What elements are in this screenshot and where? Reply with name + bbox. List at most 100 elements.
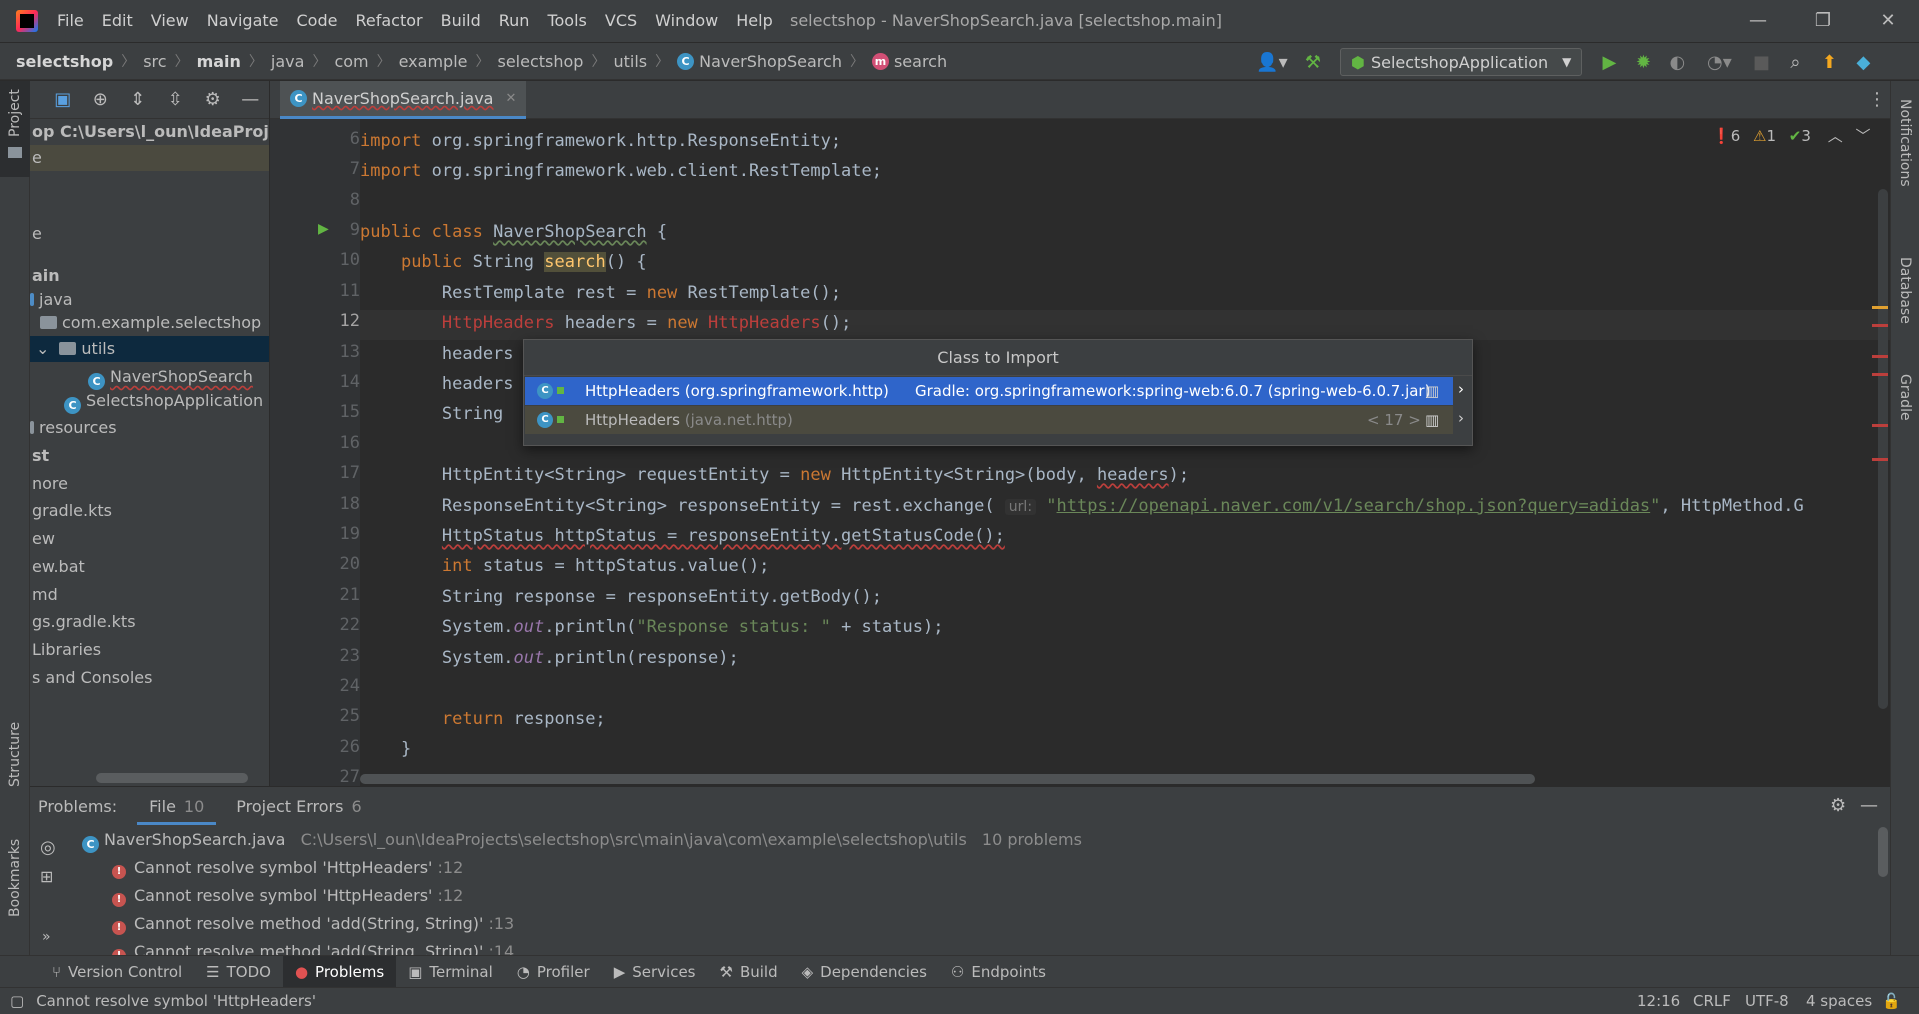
line-separator[interactable]: CRLF: [1693, 992, 1731, 1010]
tab-navershopsearch[interactable]: C NaverShopSearch.java ✕: [280, 81, 527, 119]
tree-item[interactable]: md: [30, 582, 58, 608]
menu-window[interactable]: Window: [646, 0, 727, 42]
import-option[interactable]: C HttpHeaders (org.springframework.http)…: [525, 377, 1453, 405]
tool-version-control[interactable]: ⑂ Version Control: [40, 956, 194, 988]
error-stripe-marker[interactable]: [1872, 458, 1888, 461]
tree-item-external-libraries[interactable]: Libraries: [30, 637, 101, 663]
tree-item-project-root[interactable]: op C:\Users\l_oun\IdeaProjects\selectsho…: [30, 119, 269, 145]
code-editor[interactable]: 6 7 8 9 10 11 12 13 14 15 16 17 18 19 20…: [270, 119, 1890, 786]
breadcrumb-java[interactable]: java: [271, 52, 305, 71]
restore-icon[interactable]: ❐: [1795, 0, 1851, 42]
breadcrumb-utils[interactable]: utils: [613, 52, 647, 71]
indent-setting[interactable]: 4 spaces: [1806, 992, 1872, 1010]
tree-item[interactable]: ew.bat: [30, 554, 85, 580]
next-highlight-icon[interactable]: ﹀: [1856, 127, 1871, 145]
user-dropdown-icon[interactable]: 👤▾: [1248, 43, 1296, 81]
select-in-editor-icon[interactable]: ▣: [44, 89, 82, 110]
tool-services[interactable]: ▶ Services: [602, 956, 708, 988]
update-icon[interactable]: ⬆: [1812, 43, 1846, 81]
breadcrumb-src[interactable]: src: [143, 52, 166, 71]
minimize-icon[interactable]: —: [1730, 0, 1786, 42]
tree-item-resources[interactable]: resources: [30, 415, 117, 441]
tree-item[interactable]: e: [30, 145, 269, 171]
more-icon[interactable]: »: [42, 929, 51, 945]
breadcrumb-selectshop[interactable]: selectshop: [497, 52, 583, 71]
file-encoding[interactable]: UTF-8: [1745, 992, 1789, 1010]
problem-item[interactable]: !Cannot resolve method 'add(String, Stri…: [112, 938, 514, 955]
lock-icon[interactable]: 🔓: [1882, 992, 1901, 1010]
url-link[interactable]: https://openapi.naver.com/v1/search/shop…: [1057, 496, 1651, 516]
tree-item-utils[interactable]: ⌄ utils: [30, 336, 269, 362]
collapse-all-icon[interactable]: ⇳: [157, 89, 195, 110]
error-stripe-marker[interactable]: [1872, 324, 1888, 327]
gradle-stripe-label[interactable]: Gradle: [1897, 374, 1913, 421]
vertical-scrollbar[interactable]: [1878, 827, 1888, 877]
breadcrumb-class[interactable]: NaverShopSearch: [699, 52, 842, 71]
tree-item-scratches[interactable]: s and Consoles: [30, 665, 152, 691]
tree-item[interactable]: gradle.kts: [30, 498, 112, 524]
menu-help[interactable]: Help: [727, 0, 781, 42]
problem-item[interactable]: ! Cannot resolve symbol 'HttpHeaders' :12: [112, 882, 463, 910]
tool-profiler[interactable]: ◔ Profiler: [505, 956, 602, 988]
gear-icon[interactable]: ⚙: [194, 89, 232, 110]
tree-item[interactable]: nore: [30, 471, 68, 497]
group-by-icon[interactable]: ⊞: [40, 867, 53, 886]
tab-project-errors[interactable]: Project Errors 6: [236, 797, 361, 816]
tree-item[interactable]: e: [30, 221, 42, 247]
import-option[interactable]: C HttpHeaders (java.net.http) < 17 > ▥: [525, 406, 1453, 434]
stop-icon[interactable]: ■: [1744, 43, 1778, 81]
tree-item-selectshopapplication[interactable]: C SelectshopApplication: [64, 388, 263, 414]
coverage-icon[interactable]: ◐: [1660, 43, 1694, 81]
breadcrumb-com[interactable]: com: [334, 52, 368, 71]
menu-file[interactable]: File: [48, 0, 93, 42]
close-icon[interactable]: ✕: [1860, 0, 1916, 42]
menu-view[interactable]: View: [142, 0, 198, 42]
menu-build[interactable]: Build: [432, 0, 490, 42]
error-stripe-marker[interactable]: [1872, 355, 1888, 358]
breadcrumb-example[interactable]: example: [399, 52, 468, 71]
tab-file[interactable]: File 10: [137, 797, 217, 825]
error-stripe-marker[interactable]: [1872, 373, 1888, 376]
tool-build[interactable]: ⚒ Build: [708, 956, 790, 988]
search-icon[interactable]: ⌕: [1778, 43, 1812, 81]
vertical-scrollbar[interactable]: [1878, 189, 1888, 709]
tree-item-main[interactable]: ain: [30, 263, 60, 289]
hide-icon[interactable]: —: [232, 89, 270, 110]
tree-item-package[interactable]: com.example.selectshop: [40, 310, 261, 336]
project-stripe-label[interactable]: Project: [7, 89, 23, 137]
run-gutter-icon[interactable]: ▶: [318, 221, 329, 237]
horizontal-scrollbar[interactable]: [360, 774, 1535, 784]
gear-icon[interactable]: ⚙: [1830, 795, 1846, 816]
problem-item[interactable]: !Cannot resolve method 'add(String, Stri…: [112, 910, 514, 938]
chevron-right-icon[interactable]: ›: [1458, 409, 1464, 427]
tree-item[interactable]: ew: [30, 526, 55, 552]
warning-stripe-marker[interactable]: [1872, 306, 1888, 309]
notifications-stripe-label[interactable]: Notifications: [1897, 99, 1913, 187]
caret-position[interactable]: 12:16: [1637, 992, 1680, 1010]
run-configuration-select[interactable]: ⬢ SelectshopApplication ▼: [1340, 48, 1583, 76]
tool-endpoints[interactable]: ⚇ Endpoints: [939, 956, 1058, 988]
tool-dependencies[interactable]: ◈ Dependencies: [790, 956, 939, 988]
previous-highlight-icon[interactable]: ︿: [1828, 127, 1843, 145]
horizontal-scrollbar[interactable]: [96, 773, 248, 783]
problem-item[interactable]: ! Cannot resolve symbol 'HttpHeaders' :12: [112, 854, 463, 882]
toggle-tool-windows-icon[interactable]: ▢: [10, 992, 24, 1010]
tree-item-test[interactable]: st: [30, 443, 49, 469]
menu-tools[interactable]: Tools: [538, 0, 595, 42]
menu-navigate[interactable]: Navigate: [198, 0, 288, 42]
breadcrumb-main[interactable]: main: [197, 52, 241, 71]
structure-stripe-label[interactable]: Structure: [7, 722, 23, 787]
database-stripe-label[interactable]: Database: [1897, 257, 1913, 324]
tree-item[interactable]: gs.gradle.kts: [30, 609, 136, 635]
tool-terminal[interactable]: ▣ Terminal: [396, 956, 505, 988]
expand-all-icon[interactable]: ⇕: [119, 89, 157, 110]
error-stripe-marker[interactable]: [1872, 424, 1888, 427]
more-options-icon[interactable]: ⋮: [1868, 89, 1886, 110]
hide-icon[interactable]: —: [1860, 795, 1878, 816]
bookmarks-stripe-label[interactable]: Bookmarks: [7, 839, 23, 917]
menu-refactor[interactable]: Refactor: [346, 0, 431, 42]
inspection-widget[interactable]: ❗6 ⚠1 ✔3 ︿ ﹀: [1712, 125, 1871, 146]
debug-icon[interactable]: ✹: [1626, 43, 1660, 81]
tool-todo[interactable]: ☰ TODO: [194, 956, 283, 988]
breadcrumb-method[interactable]: search: [894, 52, 947, 71]
